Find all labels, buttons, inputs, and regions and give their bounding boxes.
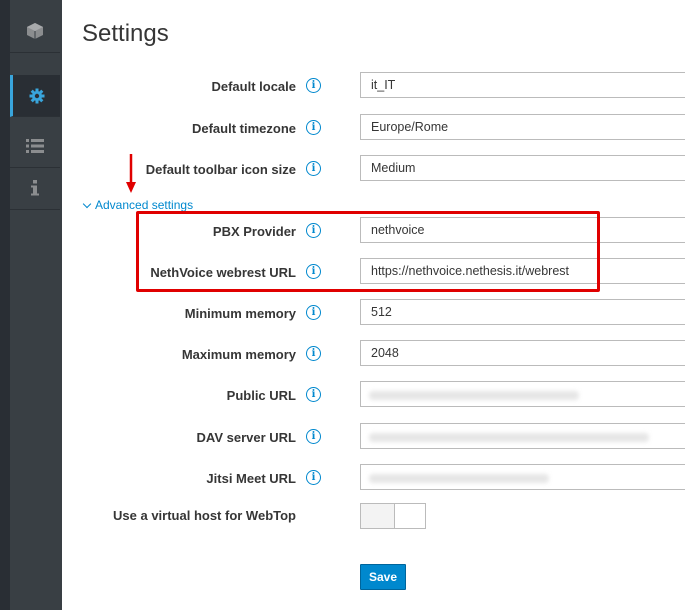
default-locale-select[interactable]: it_IT (360, 72, 685, 98)
info-icon[interactable]: i (306, 429, 321, 444)
row-min-memory: Minimum memory i 512 (62, 299, 685, 329)
toggle-handle (361, 504, 395, 528)
toolbar-icon-size-select[interactable]: Medium (360, 155, 685, 181)
list-icon (26, 139, 44, 153)
label-public-url: Public URL (226, 388, 296, 403)
label-virtual-host: Use a virtual host for WebTop (113, 508, 296, 523)
red-highlight-box (136, 211, 600, 292)
label-min-memory: Minimum memory (184, 306, 296, 321)
info-icon[interactable]: i (306, 387, 321, 402)
info-icon[interactable]: i (306, 120, 321, 135)
red-arrow-annotation (126, 154, 136, 193)
label-default-timezone: Default timezone (191, 121, 296, 136)
gear-icon (29, 88, 45, 104)
info-icon[interactable]: i (306, 161, 321, 176)
label-default-locale: Default locale (211, 79, 296, 94)
default-timezone-select[interactable]: Europe/Rome (360, 114, 685, 140)
nav-sidebar (0, 0, 62, 610)
cube-icon (26, 22, 44, 40)
chevron-down-icon (82, 199, 92, 209)
row-max-memory: Maximum memory i 2048 (62, 340, 685, 370)
label-jitsi-url: Jitsi Meet URL (206, 471, 296, 486)
max-memory-input[interactable]: 2048 (360, 340, 685, 366)
label-dav-url: DAV server URL (196, 430, 296, 445)
main-content: Settings Default locale i it_IT Default … (62, 0, 685, 610)
sidebar-strip (0, 0, 10, 610)
row-default-timezone: Default timezone i Europe/Rome (62, 114, 685, 144)
min-memory-input[interactable]: 512 (360, 299, 685, 325)
sidebar-item-settings[interactable] (10, 75, 60, 117)
save-button[interactable]: Save (360, 564, 407, 590)
dav-url-input[interactable] (360, 423, 685, 449)
row-default-locale: Default locale i it_IT (62, 72, 685, 102)
advanced-settings-toggle[interactable]: Advanced settings (82, 198, 193, 212)
row-jitsi-url: Jitsi Meet URL i (62, 464, 685, 494)
info-icon[interactable]: i (306, 78, 321, 93)
public-url-input[interactable] (360, 381, 685, 407)
row-toolbar-icon-size: Default toolbar icon size i Medium (62, 155, 685, 185)
label-max-memory: Maximum memory (181, 347, 296, 362)
redacted-text (369, 433, 649, 442)
sidebar-item-apps[interactable] (10, 10, 60, 53)
redacted-text (369, 391, 579, 400)
jitsi-url-input[interactable] (360, 464, 685, 490)
info-icon[interactable]: i (306, 470, 321, 485)
sidebar-item-about[interactable] (10, 167, 60, 210)
virtual-host-toggle[interactable] (360, 503, 426, 529)
redacted-text (369, 474, 549, 483)
row-dav-url: DAV server URL i (62, 423, 685, 453)
info-icon[interactable]: i (306, 346, 321, 361)
label-toolbar-icon-size: Default toolbar icon size (145, 162, 296, 177)
advanced-settings-label: Advanced settings (95, 198, 194, 212)
info-icon (31, 180, 39, 196)
page-title: Settings (82, 20, 169, 47)
row-public-url: Public URL i (62, 381, 685, 411)
sidebar-item-list[interactable] (10, 125, 60, 168)
info-icon[interactable]: i (306, 305, 321, 320)
